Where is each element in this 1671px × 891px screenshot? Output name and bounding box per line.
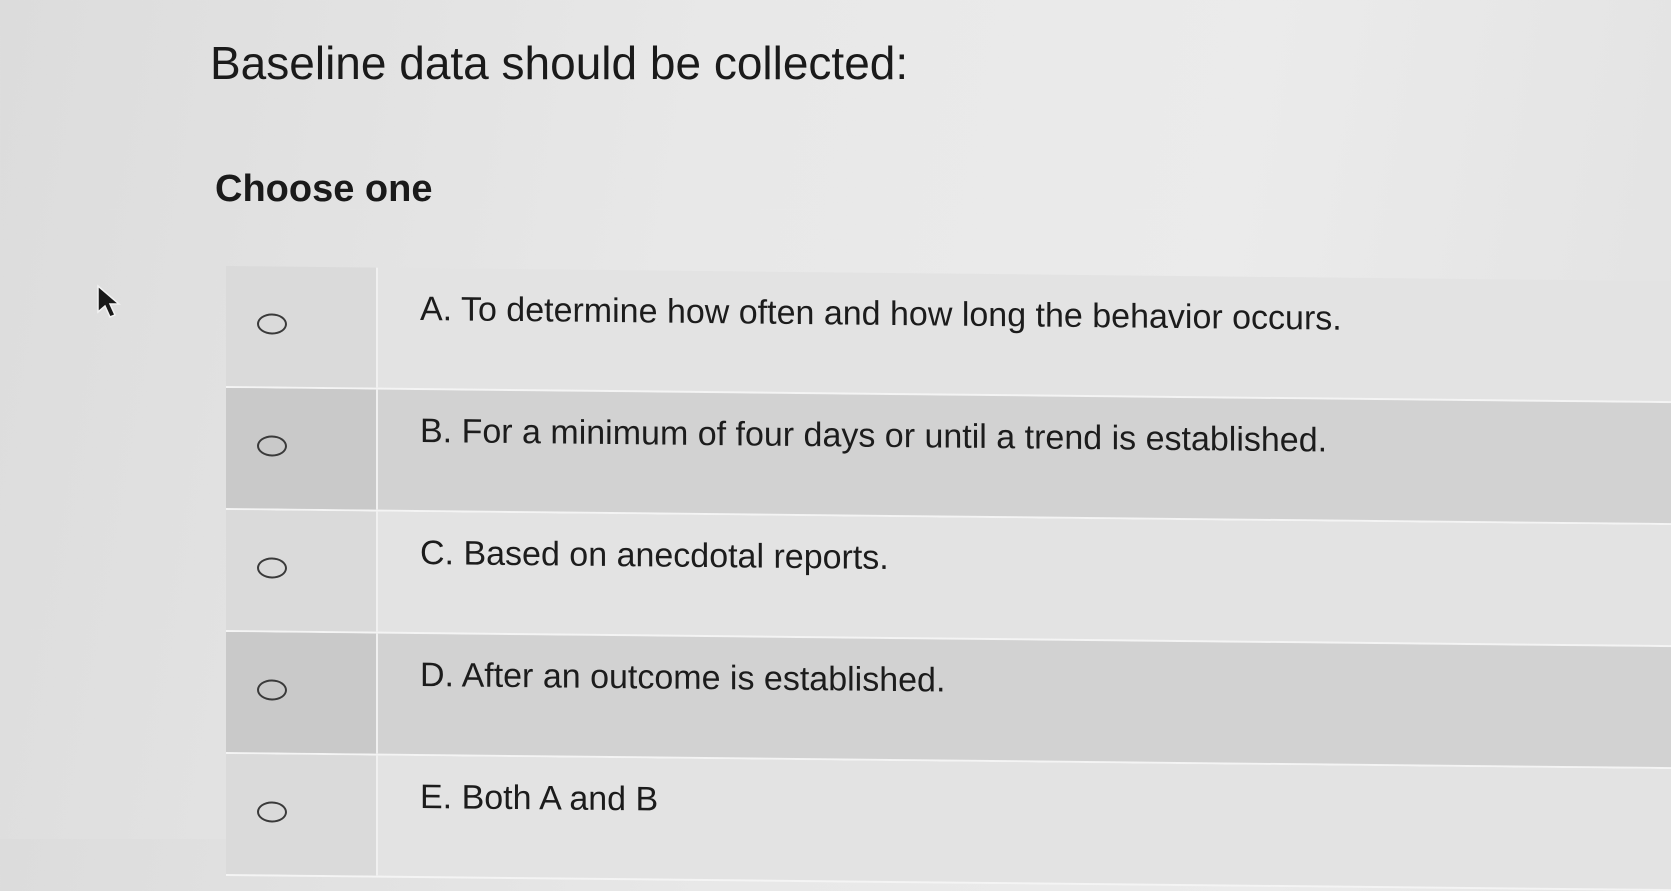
radio-cell bbox=[226, 266, 378, 388]
option-row-c[interactable]: C. Based on anecdotal reports. bbox=[226, 510, 1671, 648]
radio-button-d[interactable] bbox=[257, 679, 287, 701]
radio-button-e[interactable] bbox=[257, 801, 287, 823]
radio-button-c[interactable] bbox=[257, 557, 287, 579]
radio-cell bbox=[226, 754, 378, 876]
option-label-d: D. After an outcome is established. bbox=[420, 656, 946, 700]
option-label-e: E. Both A and B bbox=[420, 778, 659, 819]
radio-cell bbox=[226, 388, 378, 510]
option-row-d[interactable]: D. After an outcome is established. bbox=[226, 632, 1671, 770]
question-title: Baseline data should be collected: bbox=[210, 37, 909, 89]
option-label-b: B. For a minimum of four days or until a… bbox=[420, 412, 1328, 460]
radio-cell bbox=[226, 632, 378, 754]
mouse-pointer-icon bbox=[97, 284, 122, 318]
radio-button-b[interactable] bbox=[257, 435, 287, 457]
answer-options-list: A. To determine how often and how long t… bbox=[226, 266, 1671, 891]
radio-cell bbox=[226, 510, 378, 632]
radio-button-a[interactable] bbox=[257, 313, 287, 335]
option-row-a[interactable]: A. To determine how often and how long t… bbox=[226, 266, 1671, 404]
option-row-e[interactable]: E. Both A and B bbox=[226, 754, 1671, 891]
choose-one-instruction: Choose one bbox=[215, 168, 433, 210]
option-label-c: C. Based on anecdotal reports. bbox=[420, 534, 889, 577]
option-row-b[interactable]: B. For a minimum of four days or until a… bbox=[226, 388, 1671, 526]
option-label-a: A. To determine how often and how long t… bbox=[420, 290, 1342, 338]
